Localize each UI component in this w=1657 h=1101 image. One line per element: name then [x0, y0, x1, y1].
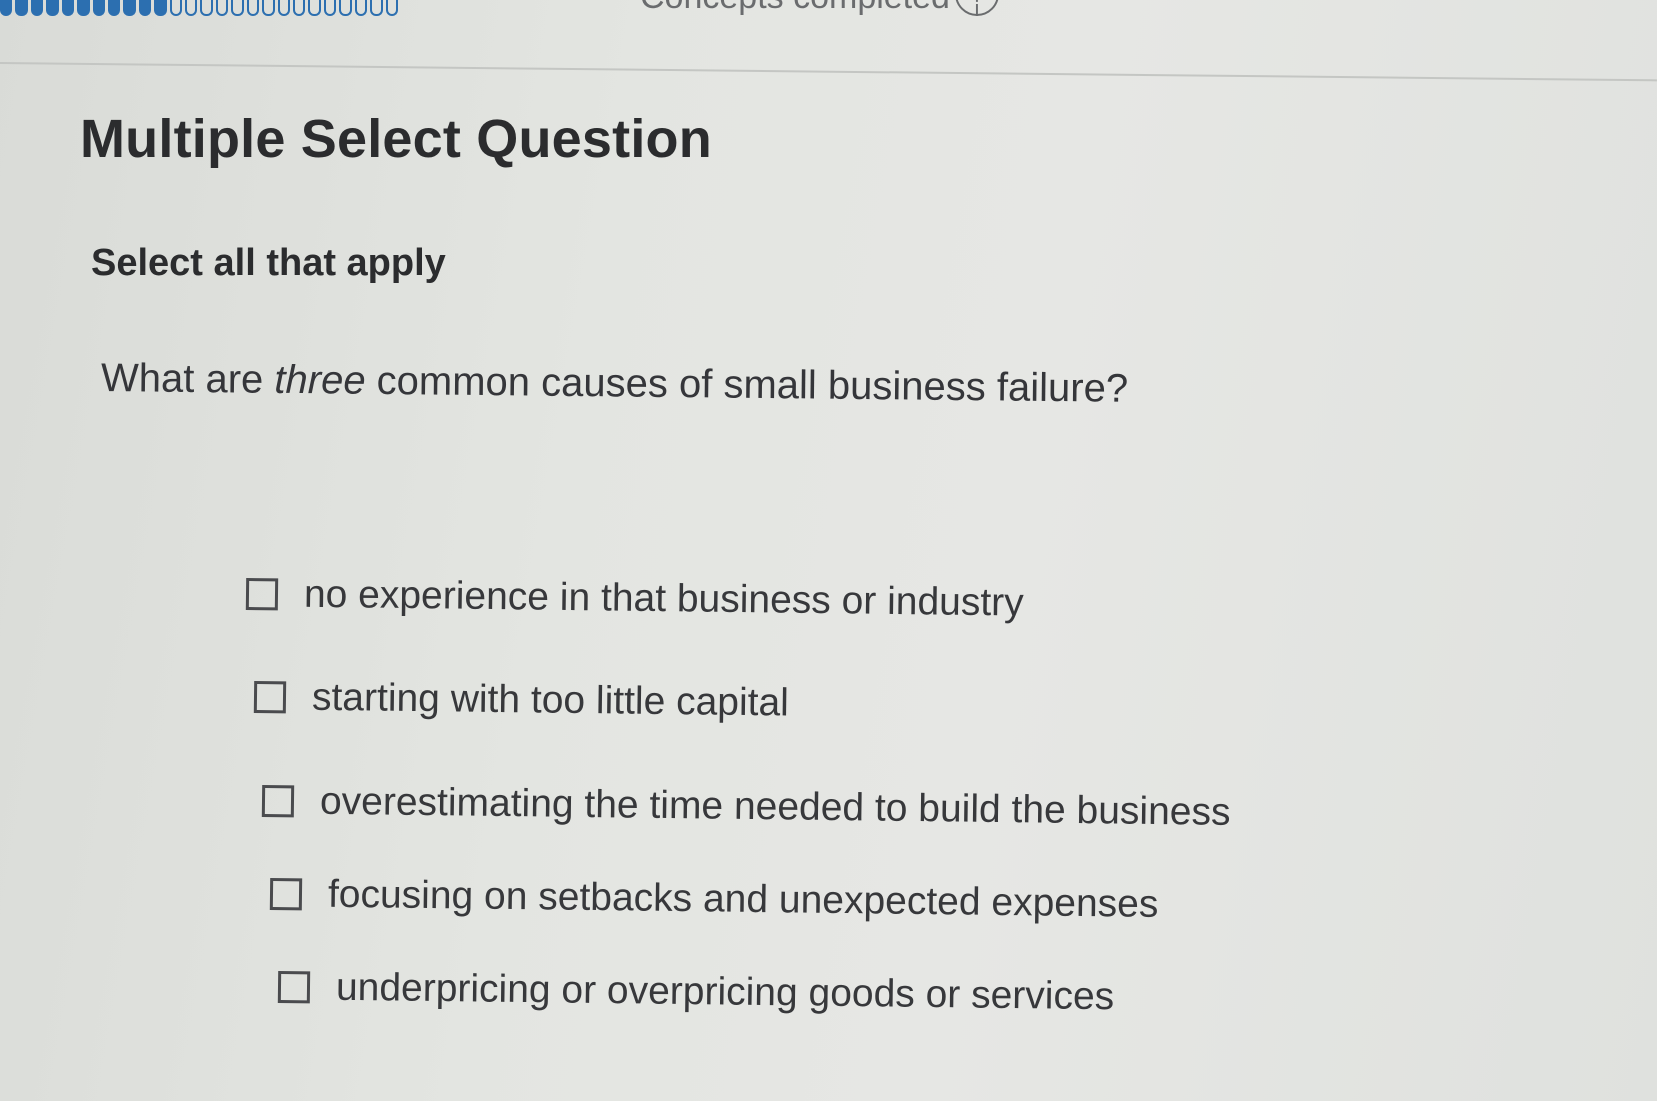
answer-option-2[interactable]: starting with too little capital — [253, 675, 790, 726]
progress-segment-empty — [215, 0, 229, 16]
progress-segment-filled — [15, 0, 28, 16]
progress-segment-empty — [246, 0, 260, 16]
progress-segment-empty — [231, 0, 244, 16]
checkbox[interactable] — [277, 971, 311, 1004]
answer-option-5[interactable]: underpricing or overpricing goods or ser… — [277, 965, 1115, 1019]
progress-segment-filled — [0, 0, 13, 16]
info-circle-icon[interactable]: i — [955, 0, 999, 21]
progress-segment-empty — [262, 0, 275, 16]
checkbox[interactable] — [269, 878, 303, 911]
prompt-text-after: common causes of small business failure? — [365, 358, 1129, 411]
progress-segment-filled — [30, 0, 44, 16]
checkbox[interactable] — [245, 578, 279, 611]
progress-segment-filled — [46, 0, 59, 16]
question-type-title: Multiple Select Question — [80, 109, 712, 169]
progress-segment-empty — [323, 0, 337, 16]
progress-segment-filled — [123, 0, 136, 16]
progress-segment-empty — [385, 0, 398, 16]
header-divider — [0, 62, 1657, 82]
top-bar: Concepts completed i — [0, 0, 1657, 82]
concepts-completed-label: Concepts completed — [640, 0, 950, 17]
progress-segment-filled — [154, 0, 167, 16]
progress-segment-empty — [169, 0, 183, 16]
answer-option-4[interactable]: focusing on setbacks and unexpected expe… — [269, 872, 1159, 927]
answer-option-label: focusing on setbacks and unexpected expe… — [327, 872, 1159, 926]
progress-segment-filled — [92, 0, 105, 16]
progress-segment-empty — [185, 0, 198, 16]
answer-option-label: no experience in that business or indust… — [303, 572, 1024, 625]
progress-segment-filled — [107, 0, 121, 16]
progress-segment-filled — [61, 0, 75, 16]
progress-segment-empty — [308, 0, 321, 16]
answer-option-label: underpricing or overpricing goods or ser… — [335, 965, 1115, 1019]
progress-segment-empty — [354, 0, 368, 16]
progress-segment-empty — [370, 0, 383, 16]
progress-segment-empty — [339, 0, 352, 16]
prompt-emphasis: three — [274, 357, 366, 403]
progress-segment-empty — [277, 0, 291, 16]
answer-option-3[interactable]: overestimating the time needed to build … — [261, 779, 1231, 835]
checkbox[interactable] — [261, 785, 295, 818]
progress-segment-filled — [138, 0, 152, 16]
progress-segment-empty — [293, 0, 306, 16]
instruction-text: Select all that apply — [91, 242, 446, 284]
prompt-text-before: What are — [100, 356, 275, 402]
progress-bar — [0, 0, 398, 16]
answer-option-1[interactable]: no experience in that business or indust… — [245, 572, 1024, 625]
answer-option-label: overestimating the time needed to build … — [319, 779, 1231, 834]
answer-option-label: starting with too little capital — [311, 675, 790, 725]
progress-segment-empty — [200, 0, 213, 16]
progress-segment-filled — [77, 0, 90, 16]
checkbox[interactable] — [253, 681, 287, 714]
question-prompt: What are three common causes of small bu… — [101, 356, 1129, 412]
